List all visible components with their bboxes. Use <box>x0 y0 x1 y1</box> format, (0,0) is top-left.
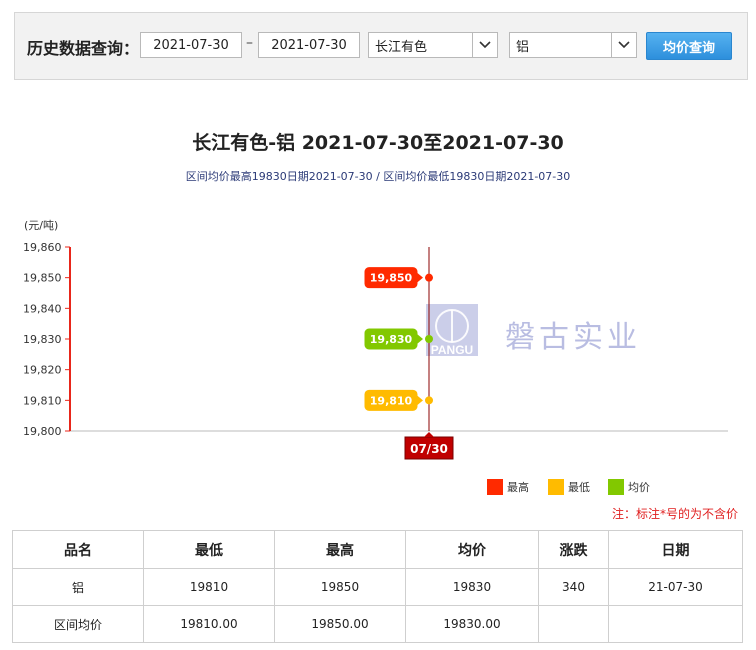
table-header: 最高 <box>274 530 406 569</box>
table-cell <box>608 605 743 643</box>
legend-swatch-avg <box>608 479 624 495</box>
y-tick-label: 19,840 <box>23 302 62 315</box>
table-header: 品名 <box>12 530 144 569</box>
legend-label-avg: 均价 <box>628 481 650 494</box>
table-cell: 340 <box>538 568 609 606</box>
data-label-pointer <box>417 395 423 406</box>
data-point <box>425 273 433 282</box>
y-tick-label: 19,820 <box>23 364 62 377</box>
table-cell: 19810 <box>143 568 275 606</box>
legend-item-avg[interactable]: 均价 <box>608 479 650 495</box>
table-header: 日期 <box>608 530 743 569</box>
data-point <box>425 335 433 343</box>
y-tick-label: 19,800 <box>23 425 62 438</box>
legend-label-low: 最低 <box>568 481 590 494</box>
table-cell <box>538 605 609 643</box>
table-cell: 19850.00 <box>274 605 406 643</box>
table-header: 均价 <box>405 530 539 569</box>
x-axis-label: 07/30 <box>410 442 448 456</box>
data-label-pointer <box>417 334 423 344</box>
table-row: 区间均价 19810.00 19850.00 19830.00 <box>12 605 743 643</box>
y-tick-label: 19,810 <box>23 394 62 407</box>
legend-item-high[interactable]: 最高 <box>487 479 529 495</box>
y-tick-label: 19,850 <box>23 272 62 285</box>
x-axis-label-pointer <box>424 432 434 437</box>
y-tick-label: 19,860 <box>23 241 62 254</box>
legend-label-high: 最高 <box>507 481 529 494</box>
table-header-row: 品名 最低 最高 均价 涨跌 日期 <box>12 530 743 569</box>
data-label: 19,810 <box>370 394 413 407</box>
price-table: 品名 最低 最高 均价 涨跌 日期 铝 19810 19850 19830 34… <box>12 530 743 643</box>
price-chart: 19,800 19,810 19,820 19,830 19,840 19,850 19,8… <box>23 241 728 460</box>
data-label: 19,850 <box>370 272 413 285</box>
legend-item-low[interactable]: 最低 <box>548 479 590 495</box>
table-cell: 区间均价 <box>12 605 144 643</box>
watermark-text: 磐古实业 <box>505 320 641 355</box>
table-cell: 19830.00 <box>405 605 539 643</box>
legend-swatch-low <box>548 479 564 495</box>
table-cell: 19830 <box>405 568 539 606</box>
table-cell: 19810.00 <box>143 605 275 643</box>
table-header: 最低 <box>143 530 275 569</box>
table-cell: 21-07-30 <box>608 568 743 606</box>
note-text: 注：标注*号的为不含价 <box>612 507 739 521</box>
pangu-logo-text: PANGU <box>431 343 473 357</box>
pangu-logo-watermark: PANGU <box>426 304 478 357</box>
table-cell: 铝 <box>12 568 144 606</box>
legend-swatch-high <box>487 479 503 495</box>
table-row: 铝 19810 19850 19830 340 21-07-30 <box>12 568 743 606</box>
table-cell: 19850 <box>274 568 406 606</box>
y-tick-label: 19,830 <box>23 333 62 346</box>
data-point <box>425 396 433 405</box>
table-header: 涨跌 <box>538 530 609 569</box>
data-label: 19,830 <box>370 333 413 346</box>
data-label-pointer <box>417 272 423 283</box>
